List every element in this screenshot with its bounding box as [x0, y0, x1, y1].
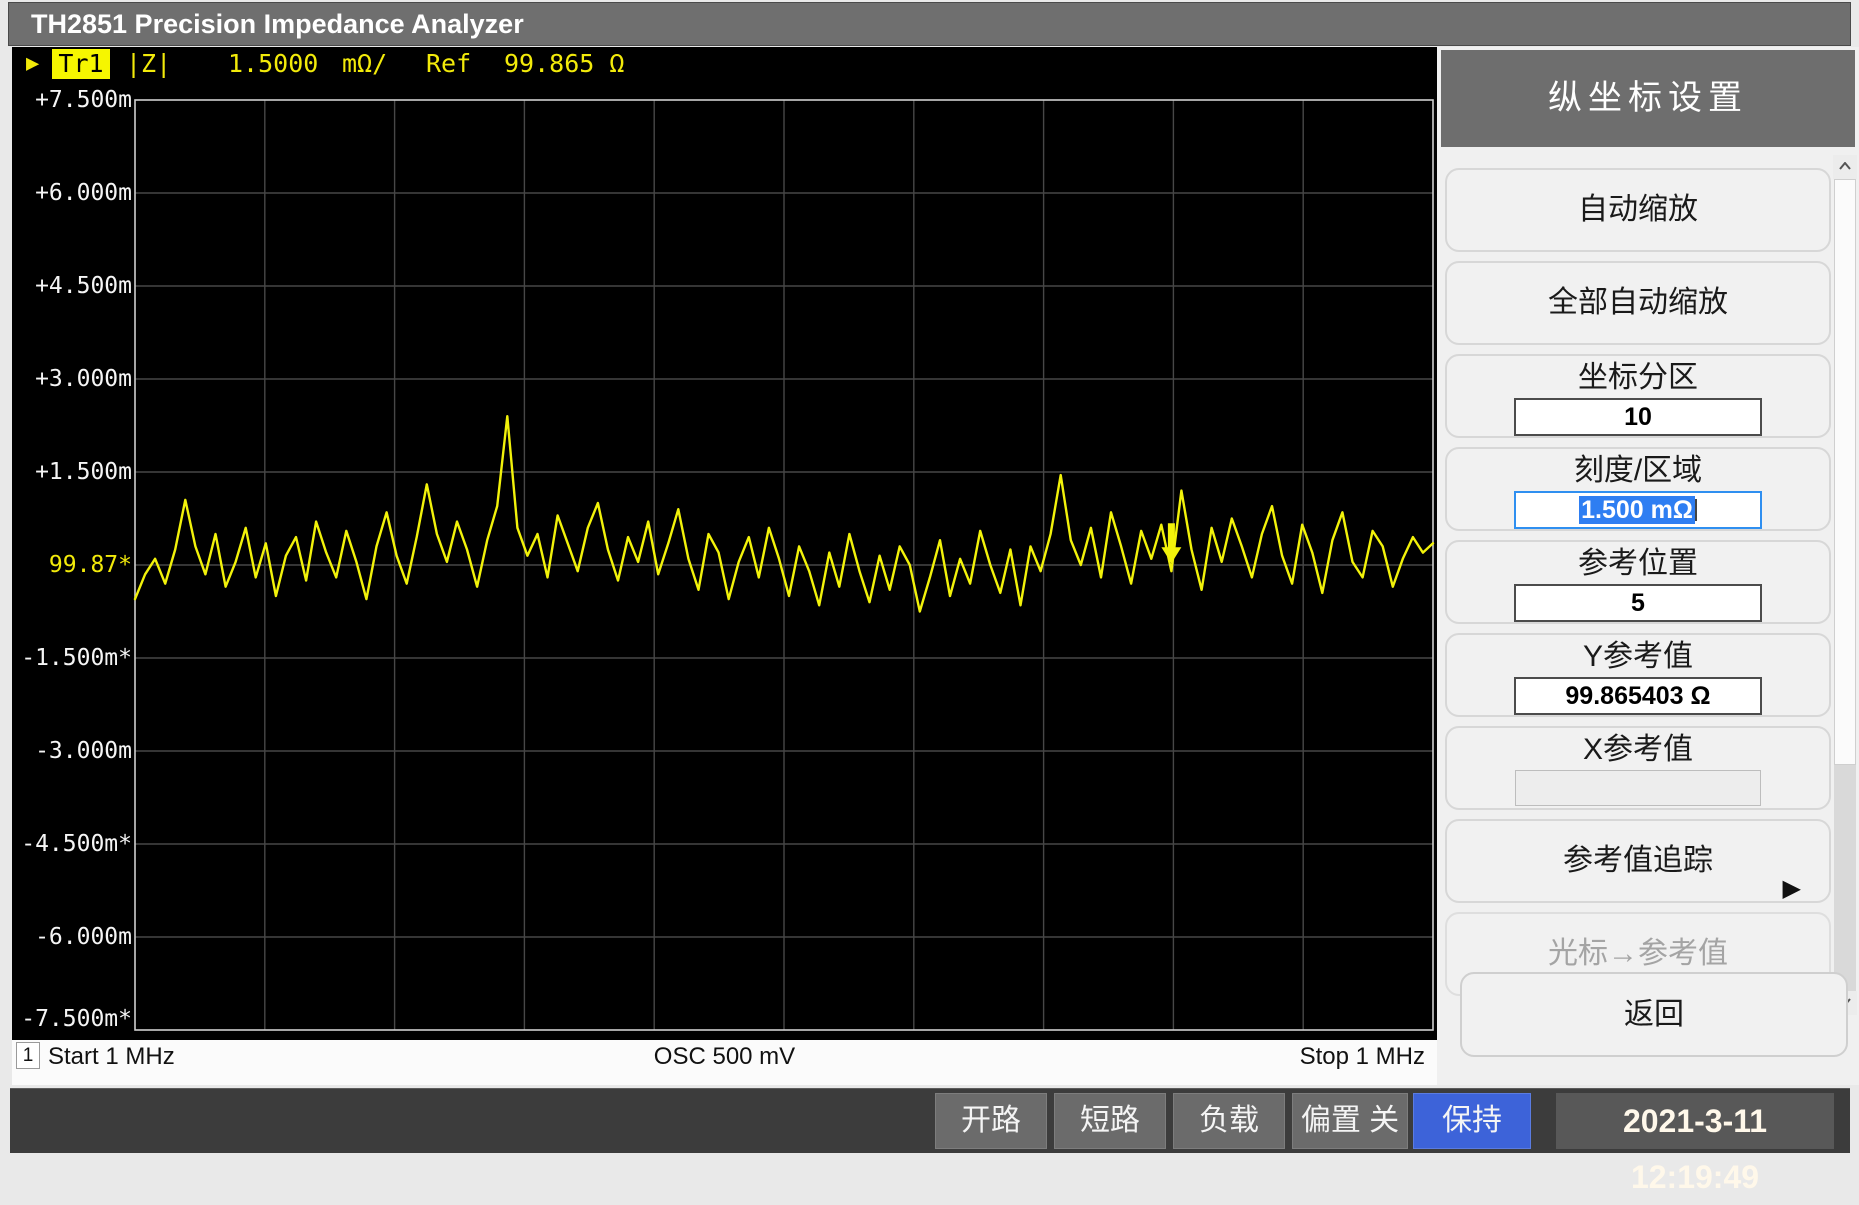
hold-button[interactable]: 保持 — [1413, 1093, 1531, 1149]
y-axis-label: -6.000m — [12, 922, 132, 952]
trace-legend: ▶ Tr1 |Z| 1.5000 mΩ/ Ref 99.865 Ω — [12, 49, 1437, 81]
y-reference-group[interactable]: Y参考值 99.865403 Ω — [1445, 633, 1831, 717]
x-reference-input — [1515, 770, 1761, 806]
vertical-axis-settings-panel: 纵坐标设置 自动缩放 全部自动缩放 坐标分区 10 刻度/区域 1.500 mΩ… — [1437, 47, 1859, 1085]
y-axis-label: 99.87* — [12, 550, 132, 580]
scale-per-division-group[interactable]: 刻度/区域 1.500 mΩ — [1445, 447, 1831, 531]
instrument-window: { "window": { "title": "TH2851 Precision… — [0, 0, 1859, 1161]
x-reference-group[interactable]: X参考值 — [1445, 726, 1831, 810]
scroll-up-icon[interactable] — [1833, 155, 1857, 179]
autoscale-button[interactable]: 自动缩放 — [1445, 168, 1831, 252]
trace-scale-unit: mΩ/ — [342, 49, 387, 78]
panel-scrollbar[interactable] — [1833, 155, 1857, 1015]
y-axis-label: -7.500m* — [12, 1004, 132, 1034]
datetime-display: 2021-3-11 12:19:49 — [1556, 1093, 1834, 1149]
active-trace-icon: ▶ — [26, 51, 39, 76]
open-cal-button[interactable]: 开路 — [935, 1093, 1047, 1149]
osc-level-label: OSC 500 mV — [12, 1043, 1437, 1071]
divisions-input[interactable]: 10 — [1514, 398, 1762, 436]
trace-plot-canvas — [12, 47, 1437, 1040]
divisions-group[interactable]: 坐标分区 10 — [1445, 354, 1831, 438]
reference-position-group[interactable]: 参考位置 5 — [1445, 540, 1831, 624]
y-axis-label: +6.000m — [12, 178, 132, 208]
trace-ref-label: Ref — [426, 49, 471, 78]
window-title: TH2851 Precision Impedance Analyzer — [8, 2, 1851, 46]
y-reference-label: Y参考值 — [1447, 640, 1829, 674]
scale-per-division-label: 刻度/区域 — [1447, 454, 1829, 488]
autoscale-all-button[interactable]: 全部自动缩放 — [1445, 261, 1831, 345]
reference-position-input[interactable]: 5 — [1514, 584, 1762, 622]
y-axis-label: +1.500m — [12, 457, 132, 487]
text-caret — [1695, 499, 1697, 521]
trace-name-badge[interactable]: Tr1 — [52, 49, 110, 79]
selected-text: 1.500 mΩ — [1579, 496, 1695, 524]
sweep-status-strip: 1 Start 1 MHz OSC 500 mV Stop 1 MHz — [12, 1040, 1437, 1085]
sweep-stop-label: Stop 1 MHz — [1300, 1043, 1425, 1071]
back-button[interactable]: 返回 — [1460, 972, 1848, 1057]
scrollbar-thumb[interactable] — [1834, 179, 1856, 765]
calibration-toolbar: 开路 短路 负载 偏置 关 保持 2021-3-11 12:19:49 — [10, 1088, 1850, 1153]
bias-off-button[interactable]: 偏置 关 — [1292, 1093, 1408, 1149]
y-axis-label: +7.500m — [12, 85, 132, 115]
y-axis-label: -4.500m* — [12, 829, 132, 859]
y-reference-input[interactable]: 99.865403 Ω — [1514, 677, 1762, 715]
y-axis-label: -1.500m* — [12, 643, 132, 673]
trace-ref-value: 99.865 Ω — [504, 49, 624, 78]
panel-title: 纵坐标设置 — [1441, 50, 1855, 147]
trace-plot-area: ▶ Tr1 |Z| 1.5000 mΩ/ Ref 99.865 Ω +7.500… — [12, 47, 1437, 1040]
y-axis-label: -3.000m — [12, 736, 132, 766]
divisions-label: 坐标分区 — [1447, 361, 1829, 395]
reference-tracking-label: 参考值追踪 — [1563, 844, 1713, 877]
short-cal-button[interactable]: 短路 — [1054, 1093, 1166, 1149]
load-cal-button[interactable]: 负载 — [1173, 1093, 1285, 1149]
trace-scale-value: 1.5000 — [228, 49, 318, 78]
reference-position-label: 参考位置 — [1447, 547, 1829, 581]
y-axis-label: +4.500m — [12, 271, 132, 301]
x-reference-label: X参考值 — [1447, 733, 1829, 767]
trace-parameter: |Z| — [126, 49, 171, 78]
scale-per-division-input[interactable]: 1.500 mΩ — [1514, 491, 1762, 529]
y-axis-label: +3.000m — [12, 364, 132, 394]
reference-tracking-button[interactable]: 参考值追踪 ▶ — [1445, 819, 1831, 903]
